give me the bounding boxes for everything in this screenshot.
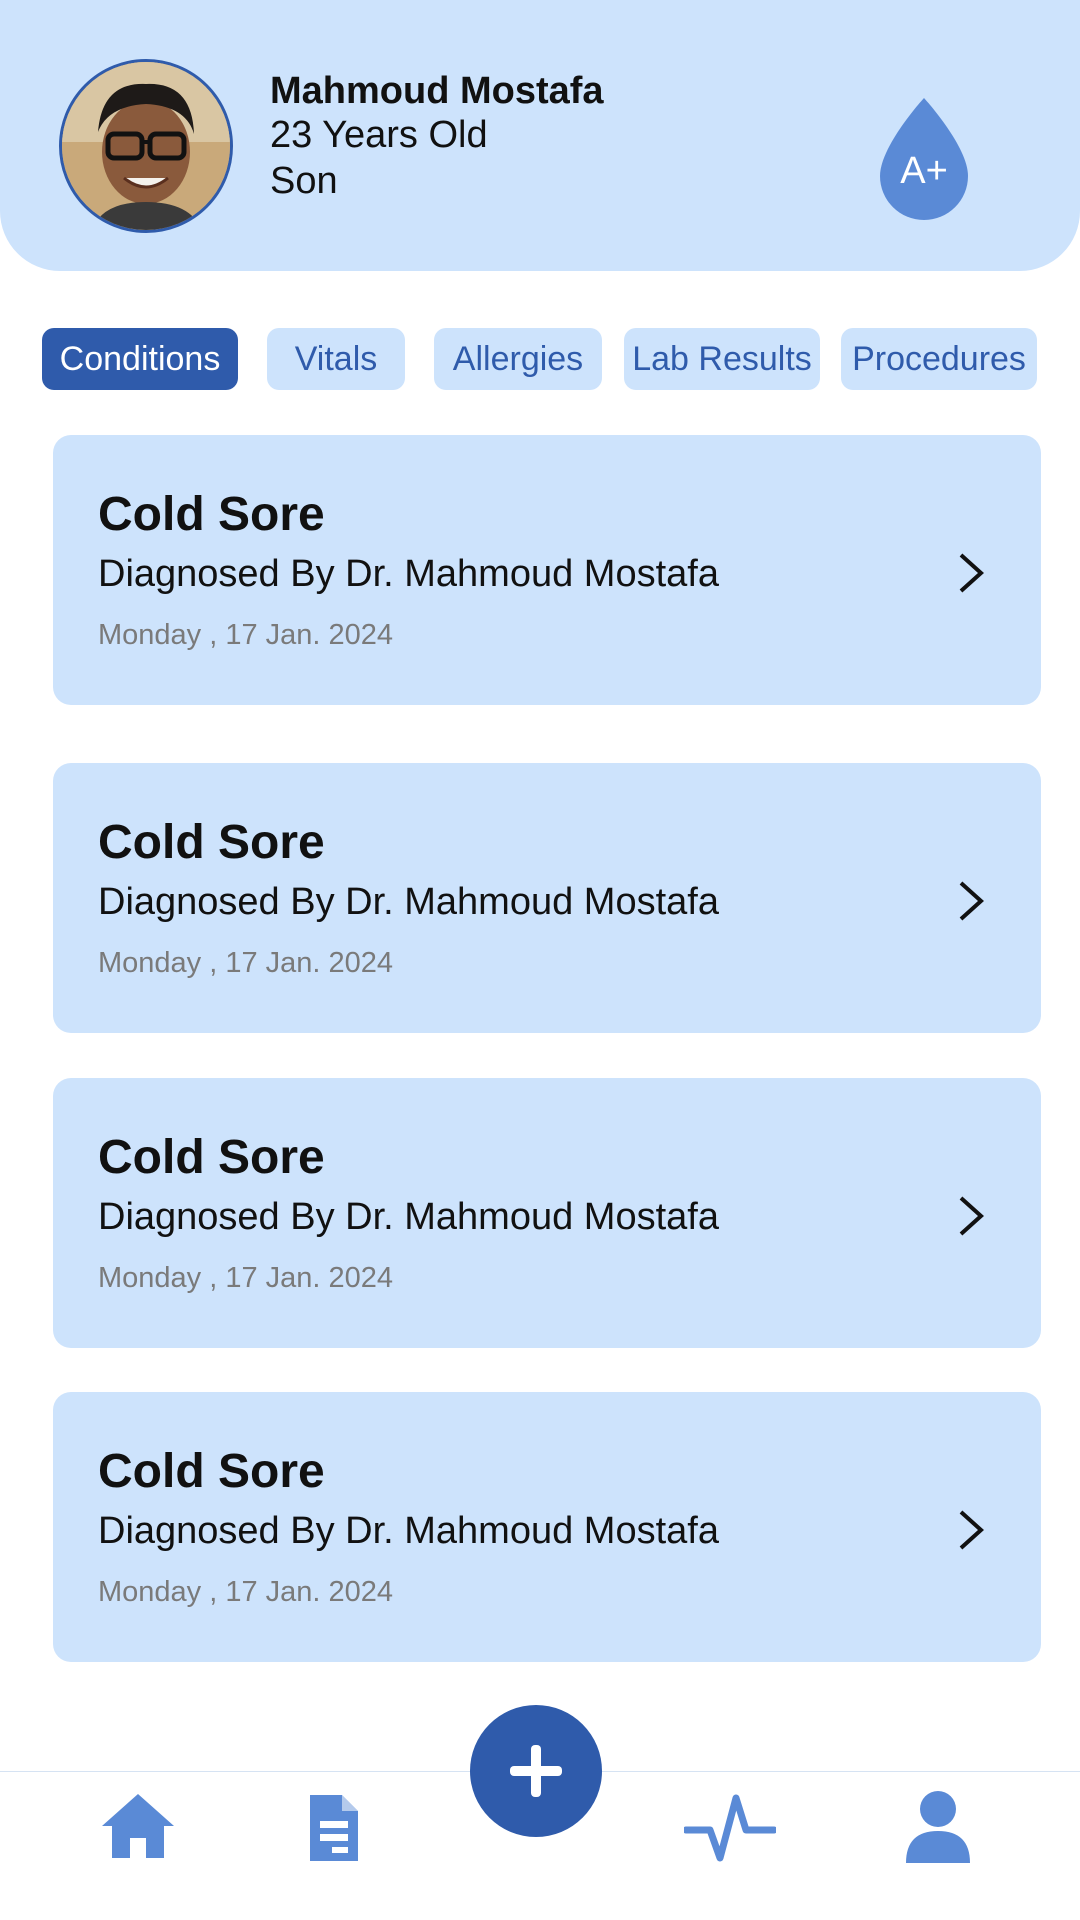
document-icon	[310, 1795, 358, 1861]
tab-conditions[interactable]: Conditions	[42, 328, 238, 390]
profile-age: 23 Years Old	[270, 114, 488, 156]
condition-title: Cold Sore	[98, 1445, 325, 1498]
home-icon	[102, 1794, 174, 1858]
profile-name: Mahmoud Mostafa	[270, 70, 604, 112]
tab-lab-results[interactable]: Lab Results	[624, 328, 820, 390]
heartbeat-icon	[684, 1794, 776, 1862]
nav-vitals-button[interactable]	[682, 1792, 778, 1864]
tab-allergies[interactable]: Allergies	[434, 328, 602, 390]
condition-card[interactable]: Cold Sore Diagnosed By Dr. Mahmoud Mosta…	[53, 1392, 1041, 1662]
avatar-photo	[62, 62, 230, 230]
chevron-right-icon[interactable]	[956, 1507, 986, 1553]
condition-card[interactable]: Cold Sore Diagnosed By Dr. Mahmoud Mosta…	[53, 435, 1041, 705]
profile-relation: Son	[270, 160, 338, 202]
profile-icon	[906, 1791, 970, 1863]
add-icon	[510, 1745, 562, 1797]
nav-home-button[interactable]	[98, 1790, 178, 1862]
condition-date: Monday , 17 Jan. 2024	[98, 1262, 394, 1294]
condition-card[interactable]: Cold Sore Diagnosed By Dr. Mahmoud Mosta…	[53, 1078, 1041, 1348]
record-tabs: Conditions Vitals Allergies Lab Results …	[0, 328, 1080, 392]
condition-title: Cold Sore	[98, 488, 325, 541]
condition-date: Monday , 17 Jan. 2024	[98, 619, 394, 651]
profile-header: Mahmoud Mostafa 23 Years Old Son A+	[0, 0, 1080, 271]
blood-type-label: A+	[900, 150, 948, 192]
condition-date: Monday , 17 Jan. 2024	[98, 1576, 394, 1608]
app-screen: Mahmoud Mostafa 23 Years Old Son A+ Cond…	[0, 0, 1080, 1920]
tab-procedures[interactable]: Procedures	[841, 328, 1037, 390]
nav-records-button[interactable]	[303, 1792, 363, 1864]
chevron-right-icon[interactable]	[956, 878, 986, 924]
condition-doctor: Diagnosed By Dr. Mahmoud Mostafa	[98, 1196, 719, 1238]
condition-card[interactable]: Cold Sore Diagnosed By Dr. Mahmoud Mosta…	[53, 763, 1041, 1033]
condition-doctor: Diagnosed By Dr. Mahmoud Mostafa	[98, 1510, 719, 1552]
nav-profile-button[interactable]	[902, 1788, 974, 1864]
chevron-right-icon[interactable]	[956, 1193, 986, 1239]
condition-title: Cold Sore	[98, 1131, 325, 1184]
condition-doctor: Diagnosed By Dr. Mahmoud Mostafa	[98, 881, 719, 923]
condition-doctor: Diagnosed By Dr. Mahmoud Mostafa	[98, 553, 719, 595]
chevron-right-icon[interactable]	[956, 550, 986, 596]
blood-type-icon: A+	[880, 98, 968, 220]
add-record-button[interactable]	[470, 1705, 602, 1837]
condition-title: Cold Sore	[98, 816, 325, 869]
condition-date: Monday , 17 Jan. 2024	[98, 947, 394, 979]
avatar[interactable]	[59, 59, 233, 233]
tab-vitals[interactable]: Vitals	[267, 328, 405, 390]
